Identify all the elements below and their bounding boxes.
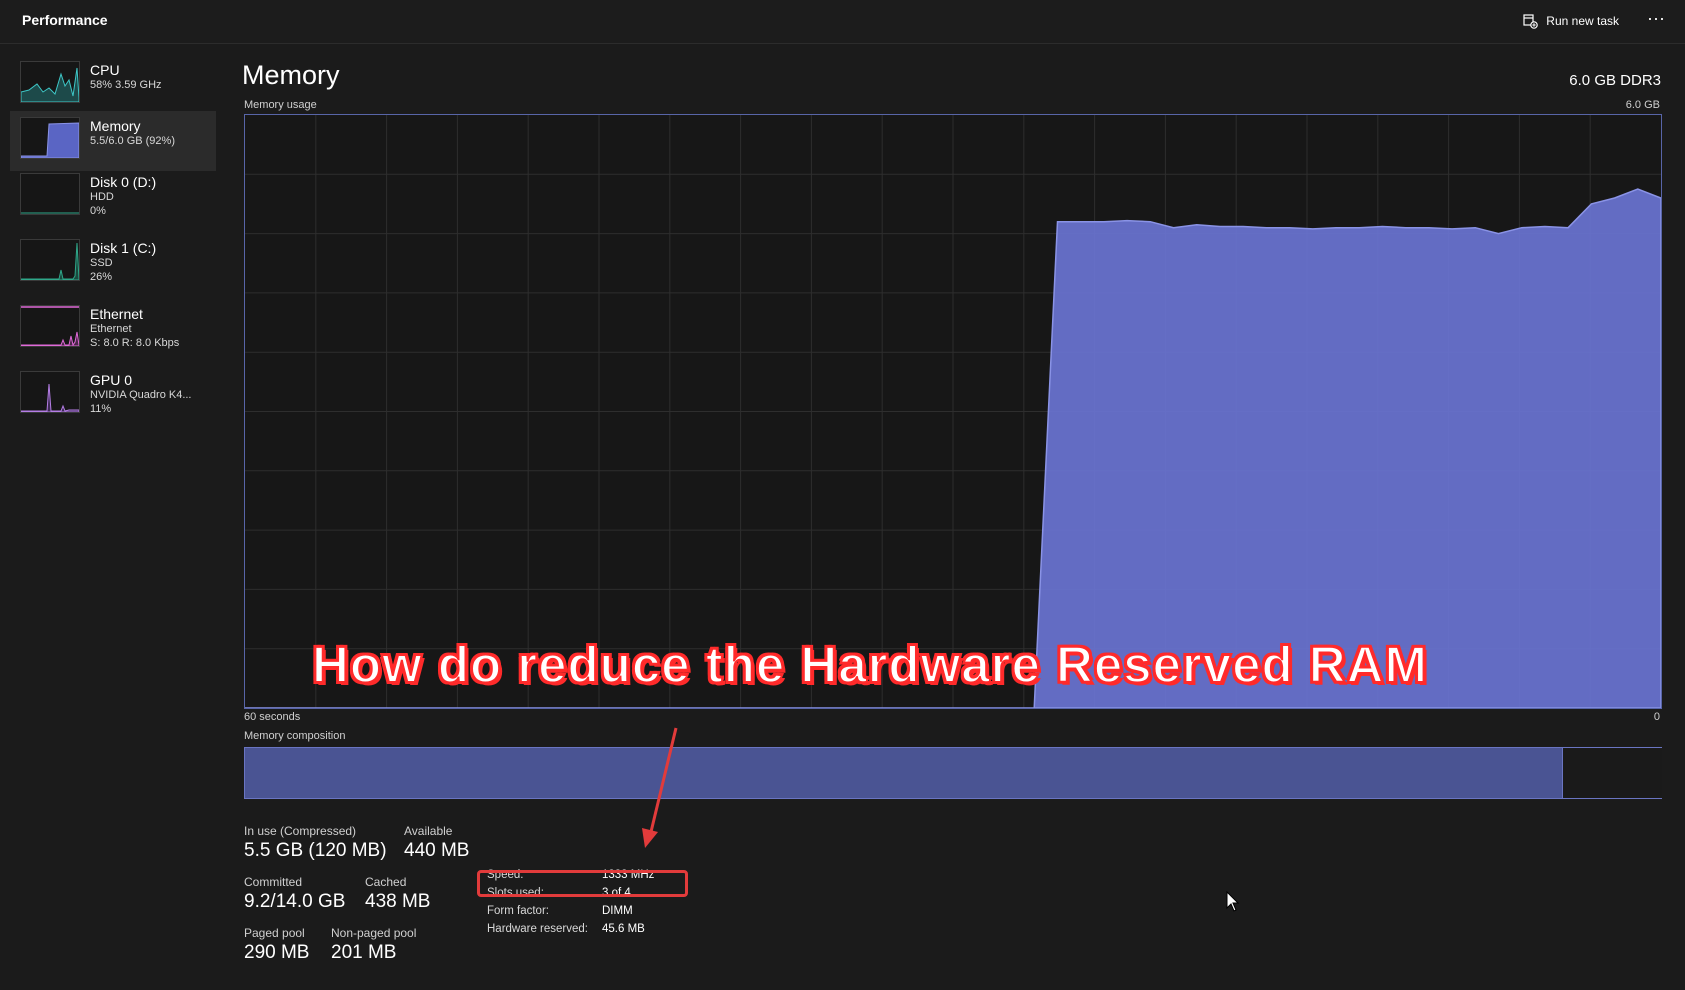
overlay-caption: How do reduce the Hardware Reserved RAM xyxy=(311,635,1428,694)
annotation-arrow xyxy=(642,727,678,848)
mouse-cursor-icon xyxy=(1226,891,1240,912)
